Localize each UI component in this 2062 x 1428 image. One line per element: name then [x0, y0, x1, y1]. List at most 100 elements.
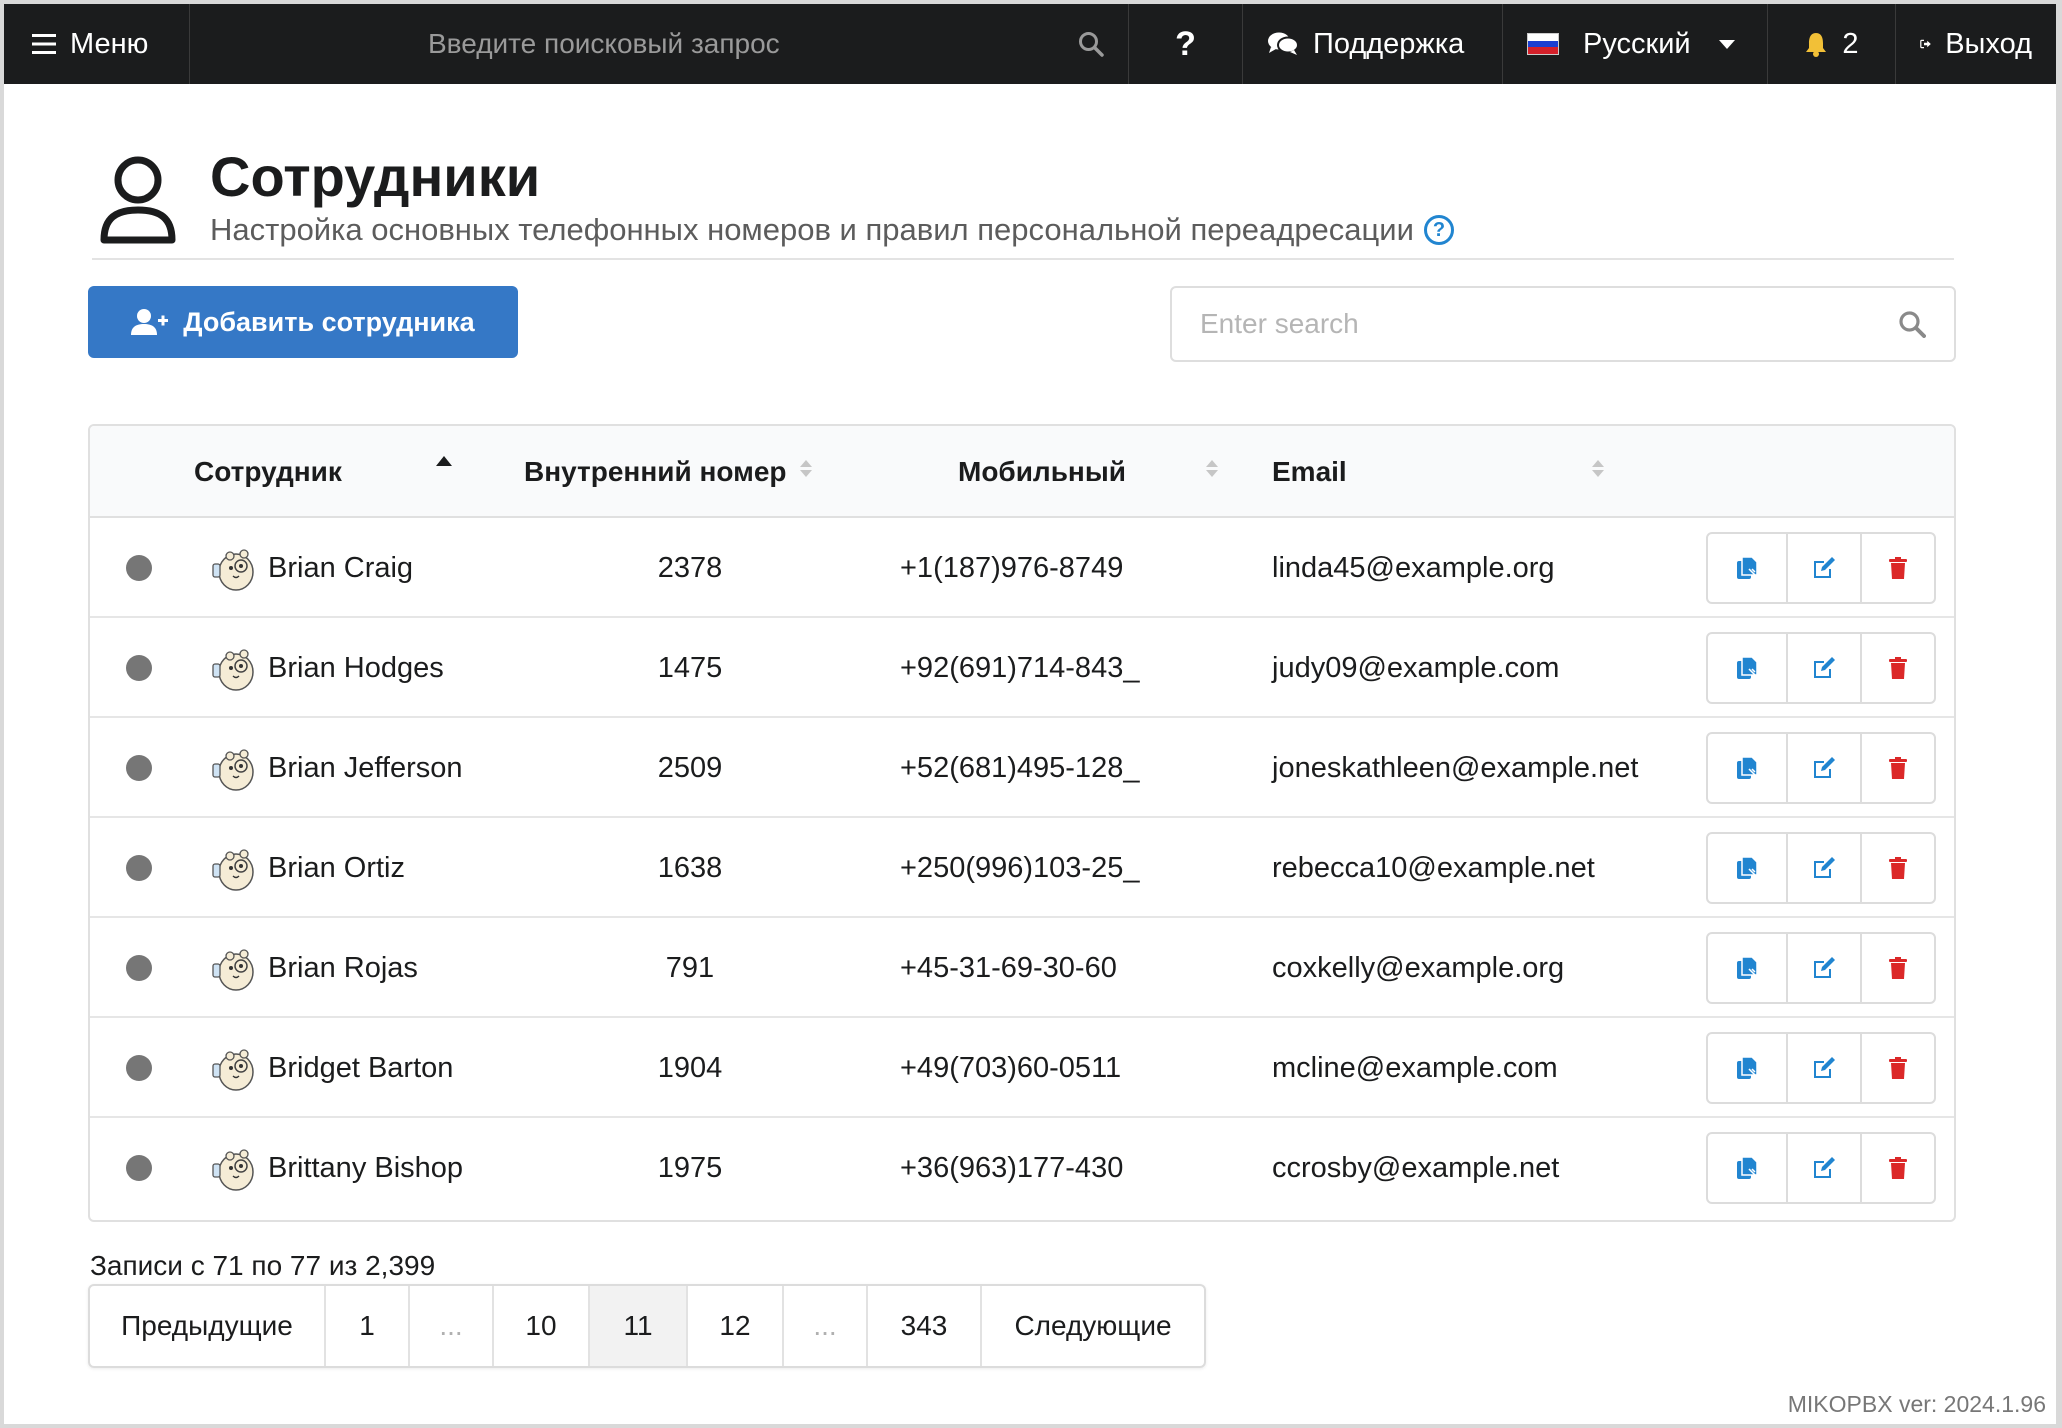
chat-icon: [1268, 32, 1299, 55]
add-employee-button[interactable]: Добавить сотрудника: [88, 286, 518, 358]
pagination-page-12[interactable]: 12: [688, 1286, 784, 1366]
status-dot: [126, 555, 152, 581]
sort-icon[interactable]: [1206, 460, 1220, 482]
logout-button[interactable]: Выход: [1896, 4, 2056, 84]
avatar-icon: [212, 849, 254, 891]
delete-button[interactable]: [1862, 1034, 1934, 1102]
table-row[interactable]: Brian Craig 2378 +1(187)976-8749 linda45…: [90, 518, 1954, 618]
avatar-icon: [212, 549, 254, 591]
question-circle-icon[interactable]: ?: [1423, 215, 1454, 245]
delete-button[interactable]: [1862, 634, 1934, 702]
menu-label: Меню: [70, 27, 149, 60]
column-employee[interactable]: Сотрудник: [194, 426, 342, 518]
employee-name: Brian Hodges: [268, 651, 444, 684]
mobile-number: +45-31-69-30-60: [900, 951, 1117, 984]
search-icon[interactable]: [1898, 310, 1926, 338]
email-address: linda45@example.org: [1272, 551, 1555, 584]
delete-button[interactable]: [1862, 834, 1934, 902]
mobile-number: +52(681)495-128_: [900, 751, 1140, 784]
copy-button[interactable]: [1708, 534, 1788, 602]
trash-icon: [1889, 857, 1907, 879]
edit-button[interactable]: [1788, 734, 1862, 802]
pagination-ellipsis: ...: [784, 1286, 868, 1366]
edit-button[interactable]: [1788, 1134, 1862, 1202]
pagination-next[interactable]: Следующие: [982, 1286, 1204, 1366]
column-email[interactable]: Email: [1272, 426, 1347, 518]
copy-button[interactable]: [1708, 834, 1788, 902]
table-row[interactable]: Brian Ortiz 1638 +250(996)103-25_ rebecc…: [90, 818, 1954, 918]
row-actions: [1706, 1132, 1936, 1204]
copy-icon: [1737, 956, 1758, 979]
copy-button[interactable]: [1708, 1134, 1788, 1202]
edit-icon: [1814, 1157, 1835, 1178]
help-button[interactable]: ?: [1129, 4, 1243, 84]
copy-button[interactable]: [1708, 934, 1788, 1002]
mobile-number: +92(691)714-843_: [900, 651, 1140, 684]
trash-icon: [1889, 557, 1907, 579]
global-search[interactable]: Введите поисковый запрос: [190, 4, 1129, 84]
status-dot: [126, 655, 152, 681]
row-actions: [1706, 732, 1936, 804]
menu-button[interactable]: Меню: [4, 4, 190, 84]
support-button[interactable]: Поддержка: [1243, 4, 1503, 84]
version-label: MIKOPBX ver: 2024.1.96: [1787, 1391, 2046, 1417]
table-row[interactable]: Brian Rojas 791 +45-31-69-30-60 coxkelly…: [90, 918, 1954, 1018]
edit-button[interactable]: [1788, 1034, 1862, 1102]
pagination-page-343[interactable]: 343: [868, 1286, 982, 1366]
table-search-input[interactable]: [1200, 308, 1840, 340]
table-row[interactable]: Brian Hodges 1475 +92(691)714-843_ judy0…: [90, 618, 1954, 718]
language-label: Русский: [1583, 27, 1691, 60]
copy-button[interactable]: [1708, 734, 1788, 802]
add-user-icon: [131, 309, 169, 335]
page-subtitle: Настройка основных телефонных номеров и …: [210, 212, 1454, 248]
language-dropdown[interactable]: Русский: [1503, 4, 1768, 84]
row-actions: [1706, 832, 1936, 904]
avatar-icon: [212, 949, 254, 991]
pagination-page-11-current[interactable]: 11: [590, 1286, 688, 1366]
pagination-page-10[interactable]: 10: [494, 1286, 590, 1366]
delete-button[interactable]: [1862, 1134, 1934, 1202]
page-subtitle-text: Настройка основных телефонных номеров и …: [210, 212, 1414, 247]
edit-button[interactable]: [1788, 534, 1862, 602]
email-address: ccrosby@example.net: [1272, 1151, 1560, 1184]
pagination-prev[interactable]: Предыдущие: [90, 1286, 326, 1366]
status-dot: [126, 1155, 152, 1181]
column-mobile[interactable]: Мобильный: [958, 426, 1126, 518]
hamburger-icon: [32, 34, 56, 54]
email-address: coxkelly@example.org: [1272, 951, 1565, 984]
caret-down-icon: [1718, 39, 1735, 49]
table-row[interactable]: Brian Jefferson 2509 +52(681)495-128_ jo…: [90, 718, 1954, 818]
notifications-button[interactable]: 2: [1768, 4, 1896, 84]
copy-icon: [1737, 556, 1758, 579]
mobile-number: +36(963)177-430: [900, 1151, 1124, 1184]
pagination-page-1[interactable]: 1: [326, 1286, 410, 1366]
employee-name: Brian Rojas: [268, 951, 418, 984]
table-row[interactable]: Brittany Bishop 1975 +36(963)177-430 ccr…: [90, 1118, 1954, 1218]
delete-button[interactable]: [1862, 734, 1934, 802]
edit-icon: [1814, 1057, 1835, 1078]
edit-icon: [1814, 557, 1835, 578]
support-label: Поддержка: [1313, 27, 1465, 60]
sort-icon[interactable]: [1592, 460, 1606, 482]
column-mobile-label: Мобильный: [958, 456, 1126, 487]
sort-icon[interactable]: [800, 460, 814, 482]
sort-asc-icon[interactable]: [436, 456, 452, 478]
delete-button[interactable]: [1862, 934, 1934, 1002]
copy-button[interactable]: [1708, 1034, 1788, 1102]
avatar-icon: [212, 1049, 254, 1091]
pagination: Предыдущие 1 ... 10 11 12 ... 343 Следую…: [88, 1284, 1206, 1368]
edit-button[interactable]: [1788, 934, 1862, 1002]
employee-name: Bridget Barton: [268, 1051, 454, 1084]
edit-button[interactable]: [1788, 634, 1862, 702]
status-dot: [126, 955, 152, 981]
edit-button[interactable]: [1788, 834, 1862, 902]
column-extension[interactable]: Внутренний номер: [524, 426, 787, 518]
global-search-input[interactable]: Введите поисковый запрос: [428, 28, 780, 60]
delete-button[interactable]: [1862, 534, 1934, 602]
table-row[interactable]: Bridget Barton 1904 +49(703)60-0511 mcli…: [90, 1018, 1954, 1118]
search-icon[interactable]: [1078, 31, 1104, 57]
copy-button[interactable]: [1708, 634, 1788, 702]
app-window: Меню Введите поисковый запрос ? Поддержк…: [4, 4, 2056, 1424]
edit-icon: [1814, 957, 1835, 978]
row-actions: [1706, 632, 1936, 704]
